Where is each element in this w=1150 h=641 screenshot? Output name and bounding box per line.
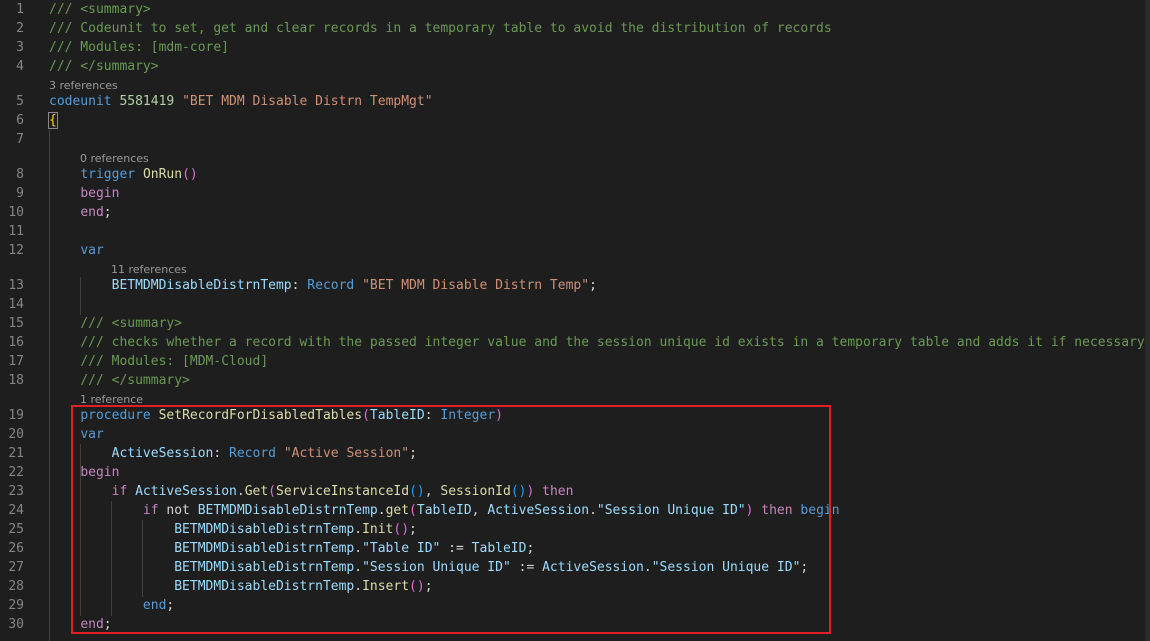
line-number: 12 — [8, 243, 24, 258]
line-number: 27 — [8, 560, 24, 575]
code-token: ; — [589, 278, 597, 293]
code-text: codeunit 5581419 "BET MDM Disable Distrn… — [49, 92, 433, 111]
code-text: var — [49, 241, 104, 260]
code-token: codeunit — [49, 94, 120, 109]
line-number: 21 — [8, 446, 24, 461]
line-number: 28 — [8, 579, 24, 594]
code-token: /// <summary> — [49, 2, 151, 17]
code-text: /// </summary> — [49, 371, 190, 390]
line-number: 29 — [8, 598, 24, 613]
codelens-references[interactable]: 11 references — [111, 263, 187, 277]
line-number: 2 — [16, 21, 24, 36]
code-token: begin — [80, 186, 120, 201]
line-number: 5 — [16, 94, 24, 109]
code-token: /// Codeunit to set, get and clear recor… — [49, 21, 832, 36]
code-token: () — [182, 167, 198, 182]
line-number: 7 — [16, 132, 24, 147]
code-text: /// </summary> — [49, 57, 159, 76]
code-token: ; — [103, 205, 112, 220]
code-token: OnRun — [142, 167, 183, 182]
line-number: 4 — [16, 59, 24, 74]
line-number: 20 — [8, 427, 24, 442]
code-token: Record — [307, 278, 363, 293]
code-token: trigger — [80, 167, 143, 182]
code-token: end — [80, 205, 104, 220]
code-token: : — [291, 278, 308, 293]
code-token: BETMDMDisableDistrnTemp — [111, 278, 292, 293]
line-number: 30 — [8, 617, 24, 632]
code-text: /// Modules: [MDM-Cloud] — [49, 352, 268, 371]
line-number: 22 — [8, 465, 24, 480]
line-number: 17 — [8, 354, 24, 369]
line-number: 26 — [8, 541, 24, 556]
code-text: /// <summary> — [49, 314, 182, 333]
line-number: 15 — [8, 316, 24, 331]
code-token: /// Modules: [mdm-core] — [49, 40, 230, 55]
code-editor[interactable]: 1 /// <summary> 2 /// Codeunit to set, get … — [0, 0, 1145, 641]
indent-guide — [80, 277, 81, 315]
codelens-references[interactable]: 0 references — [80, 152, 149, 166]
code-token: { — [48, 112, 58, 129]
line-number: 6 — [16, 113, 24, 128]
indent-guide — [49, 130, 50, 641]
line-number: 11 — [8, 224, 24, 239]
line-number: 8 — [16, 167, 24, 182]
line-number: 25 — [8, 522, 24, 537]
code-text: { — [48, 111, 58, 130]
highlight-annotation-box — [71, 405, 831, 634]
code-token: 5581419 — [119, 94, 183, 109]
code-text: begin — [49, 184, 119, 203]
code-text: /// Modules: [mdm-core] — [49, 38, 229, 57]
line-number: 16 — [8, 335, 24, 350]
line-number: 14 — [8, 297, 24, 312]
code-text: BETMDMDisableDistrnTemp: Record "BET MDM… — [49, 276, 597, 295]
code-token: /// </summary> — [49, 59, 159, 74]
code-text: /// <summary> — [49, 0, 151, 19]
line-number: 18 — [8, 373, 24, 388]
line-number: 13 — [8, 278, 24, 293]
line-number: 24 — [8, 503, 24, 518]
line-number: 9 — [16, 186, 24, 201]
line-number: 3 — [16, 40, 24, 55]
line-number: 1 — [16, 2, 24, 17]
line-number: 10 — [8, 205, 24, 220]
code-text: /// Codeunit to set, get and clear recor… — [49, 19, 832, 38]
code-token: /// checks whether a record with the pas… — [80, 335, 1145, 350]
line-number: 19 — [8, 408, 24, 423]
code-text: end; — [49, 203, 112, 222]
code-text: /// checks whether a record with the pas… — [49, 333, 1145, 352]
line-number: 23 — [8, 484, 24, 499]
code-token: /// Modules: [MDM-Cloud] — [80, 354, 269, 369]
code-text: trigger OnRun() — [49, 165, 198, 184]
code-token: /// </summary> — [80, 373, 190, 388]
code-token: /// <summary> — [80, 316, 183, 331]
vertical-scrollbar[interactable] — [1145, 0, 1150, 641]
codelens-references[interactable]: 3 references — [49, 79, 118, 93]
code-token: var — [80, 243, 104, 258]
code-token: "BET MDM Disable Distrn Temp" — [362, 278, 590, 293]
code-token: "BET MDM Disable Distrn TempMgt" — [182, 94, 433, 109]
